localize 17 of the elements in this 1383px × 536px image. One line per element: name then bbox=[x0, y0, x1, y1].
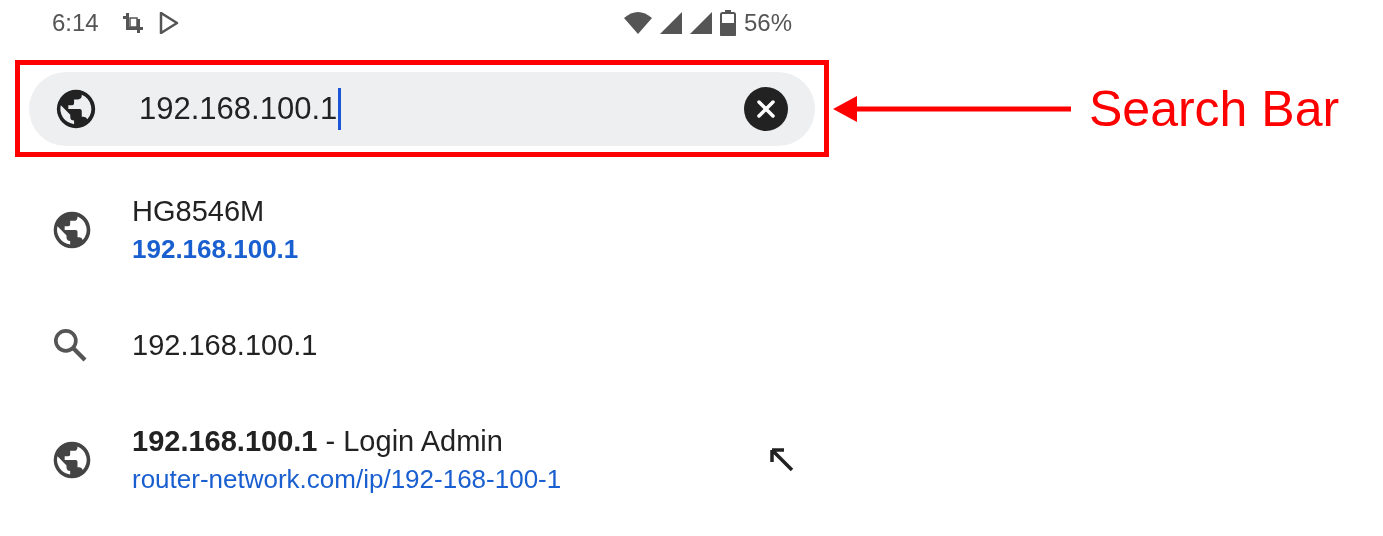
clock: 6:14 bbox=[52, 9, 99, 37]
suggestion-title[interactable]: HG8546M bbox=[132, 195, 732, 228]
search-bar[interactable]: 192.168.100.1 bbox=[29, 71, 815, 146]
arrow-icon[interactable] bbox=[768, 446, 796, 474]
arrow-icon bbox=[831, 93, 1071, 124]
clear-icon[interactable] bbox=[743, 85, 789, 132]
address-text: 192.168.100.1 bbox=[139, 90, 338, 127]
suggestion-url[interactable]: 192.168.100.1 bbox=[132, 234, 732, 265]
annotation-label: Search Bar bbox=[1089, 79, 1340, 138]
signal-icon bbox=[659, 12, 682, 34]
battery-icon bbox=[719, 10, 736, 36]
battery-percentage: 56% bbox=[743, 9, 792, 37]
suggestion-url[interactable]: router-network.com/ip/192-168-100-1 bbox=[132, 464, 732, 495]
suggestion-title[interactable]: 192.168.100.1 - Login Admin bbox=[132, 425, 732, 458]
wifi-icon bbox=[623, 12, 652, 34]
signal-icon bbox=[689, 12, 712, 34]
suggestion-title[interactable]: 192.168.100.1 bbox=[132, 328, 732, 362]
